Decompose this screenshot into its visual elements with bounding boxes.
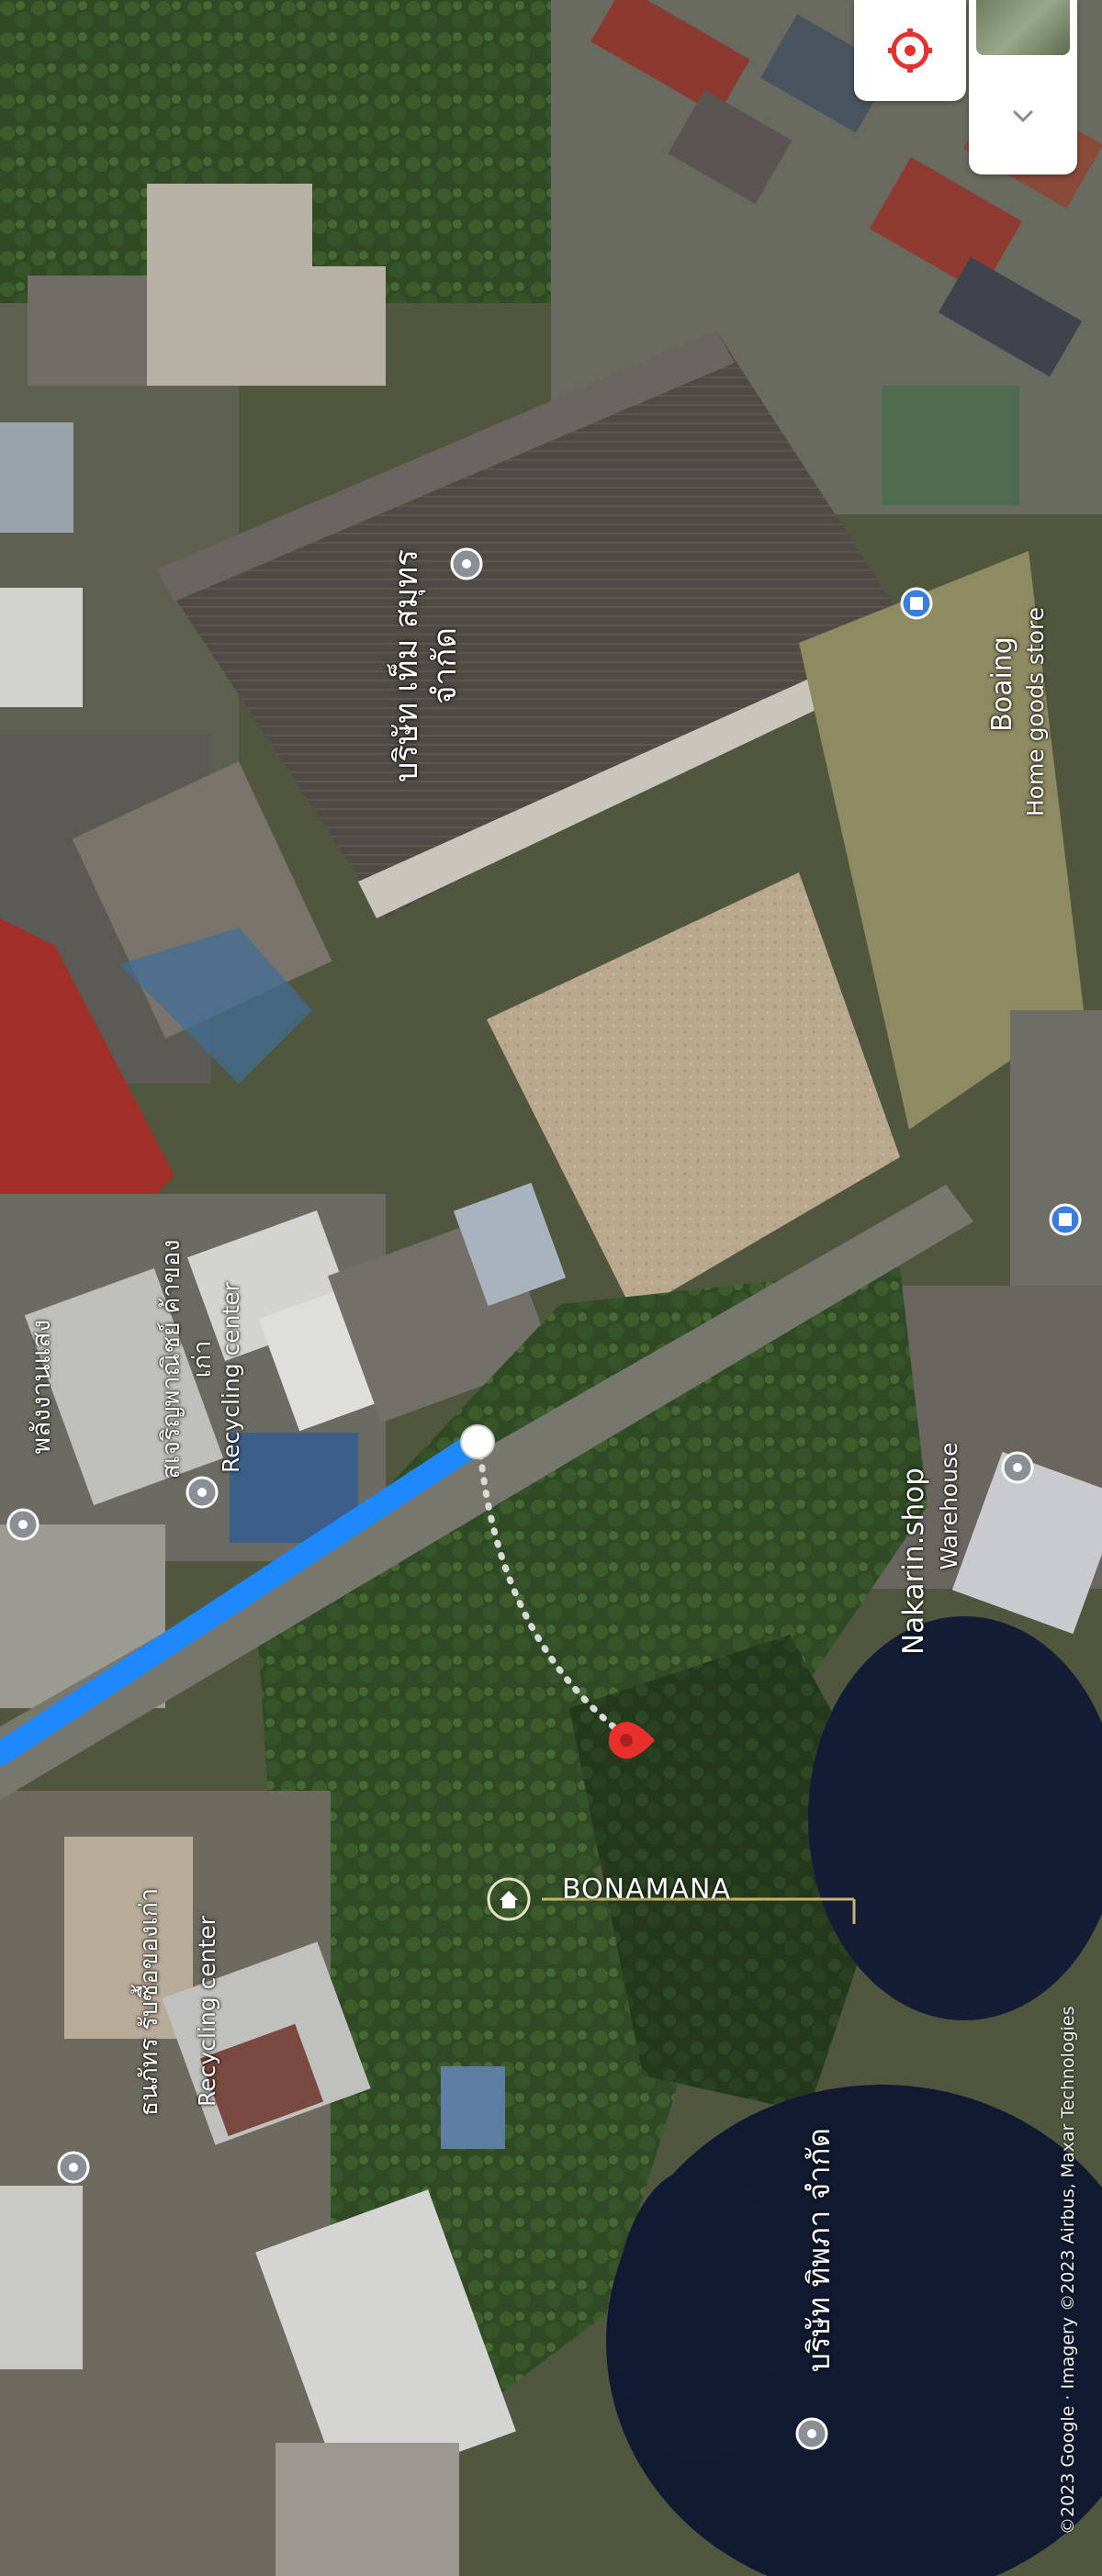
- location-pin-icon[interactable]: [604, 1713, 659, 1768]
- place-marker-icon[interactable]: [793, 2415, 830, 2456]
- recycle-2-name-label[interactable]: ธนภัทร รับซื้อของเก่า: [134, 1837, 165, 2167]
- home-icon[interactable]: [485, 1875, 533, 1927]
- bonamana-label[interactable]: BONAMANA: [562, 1873, 731, 1906]
- recycle-1-name-label[interactable]: สเจริญพาณิชย์ ค้าของเก่า: [156, 1221, 219, 1497]
- company-bottom-label[interactable]: บริษัท ทิพภา จำกัด: [801, 2094, 838, 2406]
- compass-icon: [888, 28, 932, 73]
- recycle-2-category-label: Recycling center: [194, 1916, 220, 2107]
- nakarin-category-label: Warehouse: [936, 1442, 962, 1570]
- left-place-label[interactable]: พลังงานแสง: [26, 1277, 57, 1497]
- layers-panel[interactable]: [969, 0, 1077, 174]
- boaing-category-label: Home goods store: [1022, 606, 1049, 817]
- place-marker-icon[interactable]: [55, 2149, 92, 2189]
- place-marker-icon[interactable]: [898, 585, 935, 625]
- chevron-down-icon[interactable]: [1009, 106, 1037, 128]
- nakarin-name-label[interactable]: Nakarin.shop: [896, 1433, 931, 1690]
- layer-thumbnail[interactable]: [976, 0, 1070, 55]
- map-attribution: ©2023 Google · Imagery ©2023 Airbus, Max…: [1058, 2006, 1078, 2535]
- route-start-dot[interactable]: [460, 1424, 495, 1459]
- place-marker-icon[interactable]: [5, 1506, 41, 1547]
- company-top-label[interactable]: บริษัท เท็ม สมุทร จำกัด: [388, 514, 465, 817]
- place-marker-icon[interactable]: [1047, 1201, 1084, 1242]
- place-marker-icon[interactable]: [999, 1449, 1036, 1490]
- recycle-1-category-label: Recycling center: [218, 1282, 244, 1473]
- compass-button[interactable]: [854, 0, 966, 101]
- boaing-name-label[interactable]: Boaing: [986, 588, 1019, 781]
